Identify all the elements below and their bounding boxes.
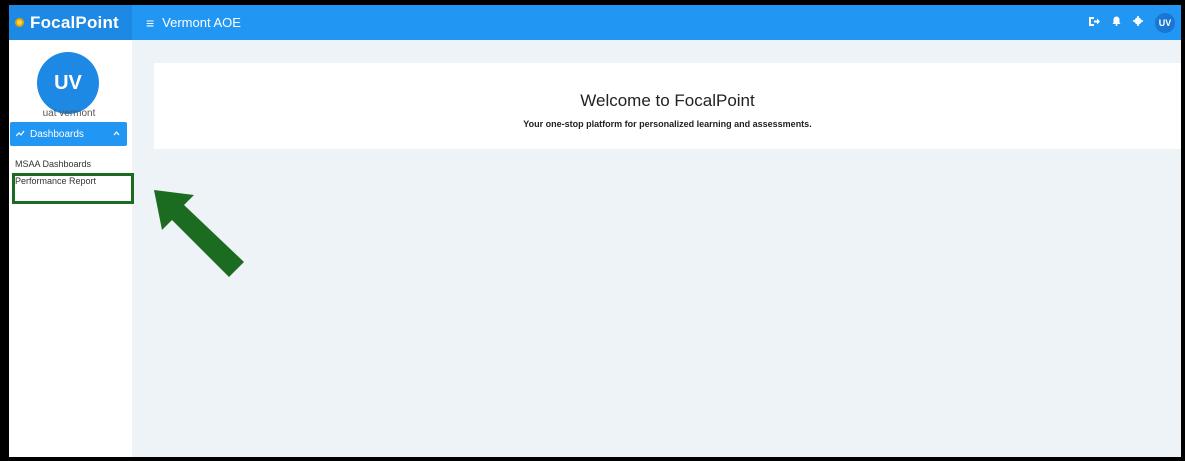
sidebar: UV uat vermont Dashboards MSAA Dashboard…: [9, 40, 132, 457]
brand-name: FocalPoint: [30, 12, 119, 32]
user-name: uat vermont: [42, 108, 96, 119]
app-frame: FocalPoint ≡ Vermont AOE UV UV uat vermo…: [9, 5, 1181, 457]
header-actions: UV: [1088, 5, 1175, 40]
sidebar-item-performance-report[interactable]: Performance Report: [15, 176, 96, 186]
logout-icon[interactable]: [1088, 16, 1100, 30]
hamburger-menu-icon[interactable]: ≡: [146, 15, 154, 31]
organization-name: Vermont AOE: [162, 15, 241, 30]
brand[interactable]: FocalPoint: [9, 5, 132, 40]
chevron-up-icon[interactable]: [113, 128, 120, 138]
welcome-subtitle: Your one-stop platform for personalized …: [523, 119, 812, 129]
sidebar-group-dashboards[interactable]: Dashboards: [10, 122, 127, 146]
brand-logo-icon: [15, 18, 24, 27]
user-avatar: UV: [37, 52, 99, 114]
welcome-title: Welcome to FocalPoint: [580, 91, 755, 110]
trending-up-icon: [15, 129, 25, 139]
gear-icon[interactable]: [1133, 16, 1143, 29]
annotation-arrow-icon: [154, 190, 244, 277]
sidebar-item-msaa-dashboards[interactable]: MSAA Dashboards: [15, 159, 91, 169]
header-avatar[interactable]: UV: [1155, 12, 1175, 33]
top-bar: FocalPoint ≡ Vermont AOE UV: [9, 5, 1181, 40]
sidebar-group-label: Dashboards: [30, 128, 84, 140]
bell-icon[interactable]: [1112, 16, 1121, 29]
welcome-card: Welcome to FocalPoint Your one-stop plat…: [154, 63, 1181, 149]
